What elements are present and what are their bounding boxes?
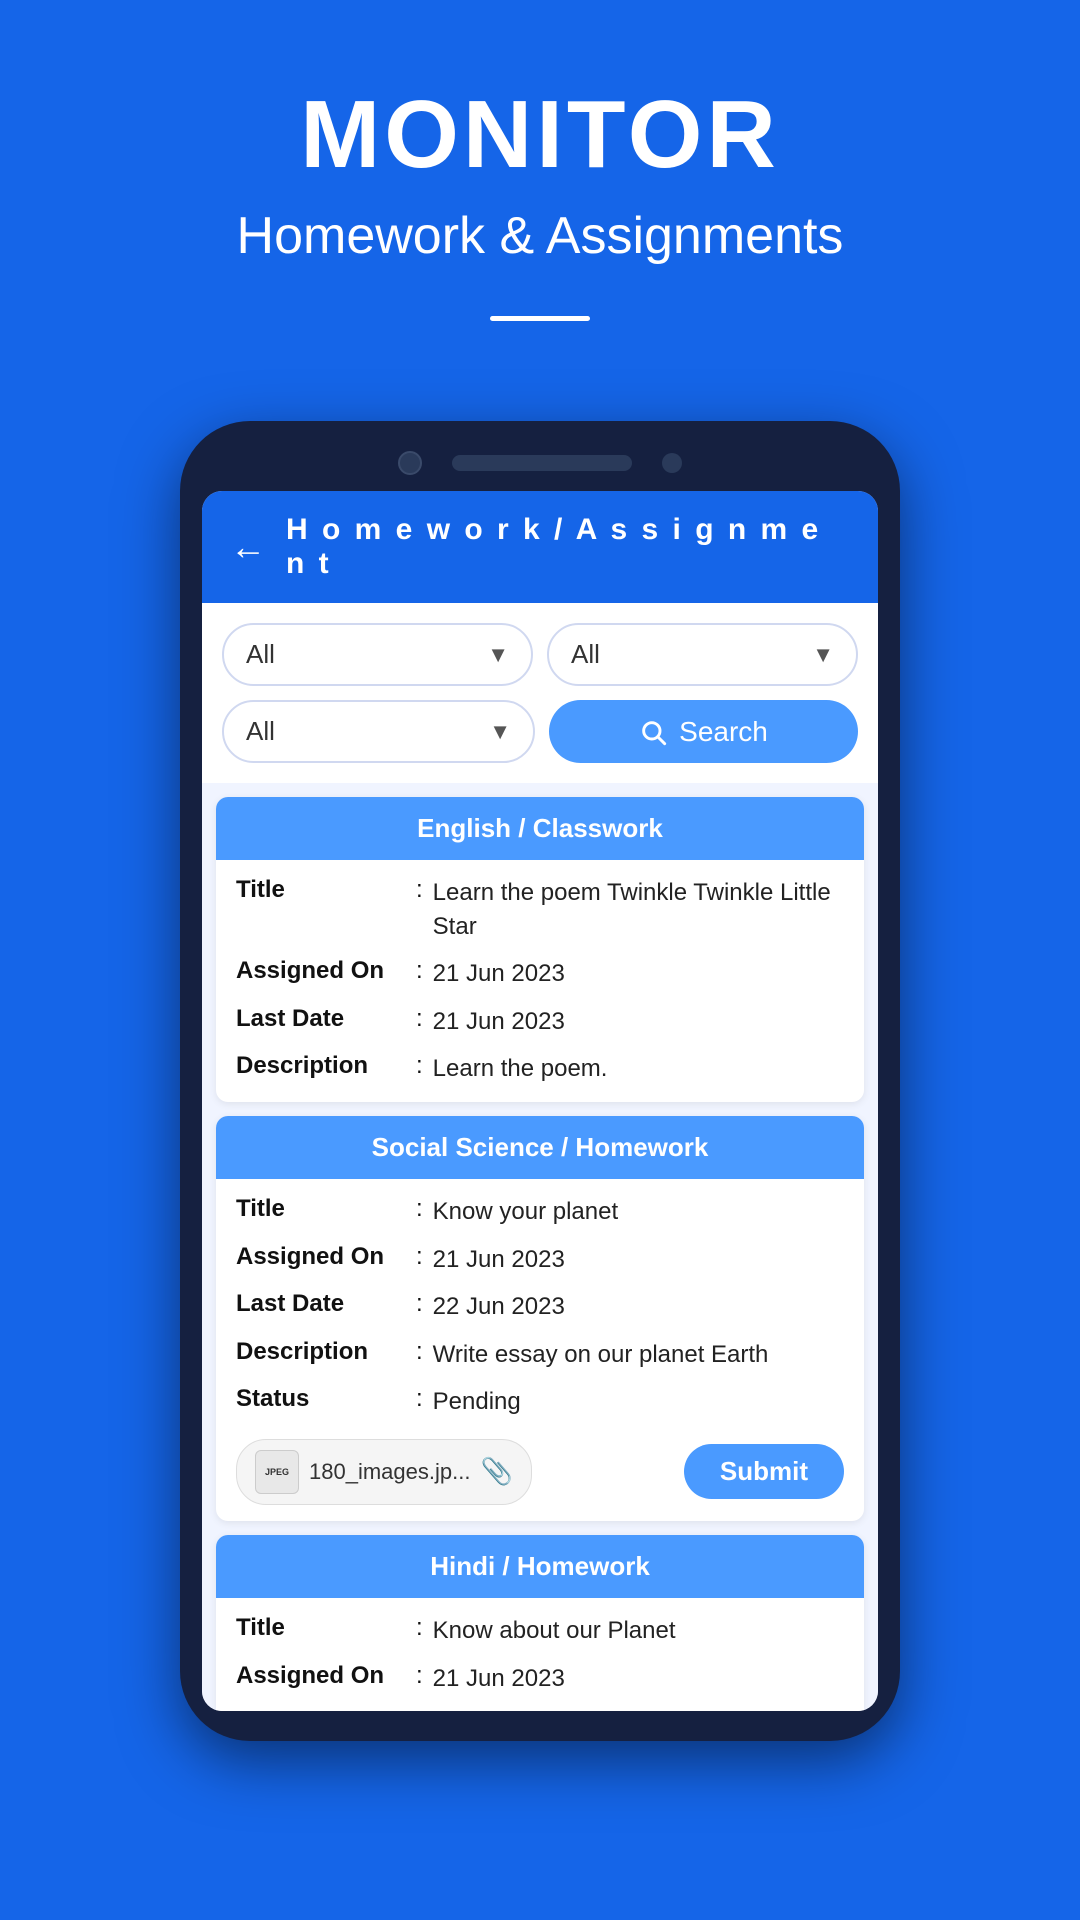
status-label: Status (236, 1385, 416, 1419)
card-1-body: Title : Learn the poem Twinkle Twinkle L… (216, 860, 864, 1102)
dropdown-1-value: All (246, 639, 275, 670)
file-name-text: 180_images.jp... (309, 1459, 470, 1485)
speaker-bar (452, 455, 632, 471)
last-date-label: Last Date (236, 1005, 416, 1039)
filter-section: All ▼ All ▼ All ▼ (202, 603, 878, 783)
assignment-card-3: Hindi / Homework Title : Know about our … (216, 1535, 864, 1711)
card-2-status-row: Status : Pending (236, 1385, 844, 1419)
card-1-title-value: Learn the poem Twinkle Twinkle Little St… (433, 876, 844, 943)
search-button[interactable]: Search (549, 700, 858, 763)
assignment-card-2: Social Science / Homework Title : Know y… (216, 1116, 864, 1521)
card-2-desc-row: Description : Write essay on our planet … (236, 1338, 844, 1372)
card-2-lastdate-row: Last Date : 22 Jun 2023 (236, 1290, 844, 1324)
description-label: Description (236, 1052, 416, 1086)
card-1-lastdate-value: 21 Jun 2023 (433, 1005, 844, 1039)
chevron-down-icon-3: ▼ (489, 719, 511, 745)
file-attachment[interactable]: JPEG 180_images.jp... 📎 (236, 1439, 532, 1505)
card-1-assigned-row: Assigned On : 21 Jun 2023 (236, 957, 844, 991)
dropdown-2-value: All (571, 639, 600, 670)
card-2-header: Social Science / Homework (216, 1116, 864, 1179)
title-label-2: Title (236, 1195, 416, 1229)
app-header-title: H o m e w o r k / A s s i g n m e n t (286, 513, 850, 581)
card-2-title-row: Title : Know your planet (236, 1195, 844, 1229)
colon-1: : (416, 876, 423, 943)
sensor-dot (662, 453, 682, 473)
card-2-status-value: Pending (433, 1385, 844, 1419)
paperclip-icon: 📎 (480, 1456, 512, 1487)
title-label-3: Title (236, 1614, 416, 1648)
card-3-header: Hindi / Homework (216, 1535, 864, 1598)
card-1-assigned-value: 21 Jun 2023 (433, 957, 844, 991)
card-2-assigned-row: Assigned On : 21 Jun 2023 (236, 1243, 844, 1277)
card-3-title-value: Know about our Planet (433, 1614, 844, 1648)
chevron-down-icon: ▼ (487, 642, 509, 668)
card-1-title-row: Title : Learn the poem Twinkle Twinkle L… (236, 876, 844, 943)
search-icon (639, 718, 667, 746)
camera-dot (398, 451, 422, 475)
card-2-subject: Social Science / Homework (372, 1132, 709, 1162)
colon-2: : (416, 957, 423, 991)
assignment-card-1: English / Classwork Title : Learn the po… (216, 797, 864, 1102)
card-1-desc-value: Learn the poem. (433, 1052, 844, 1086)
file-jpeg-icon: JPEG (255, 1450, 299, 1494)
colon-5: : (416, 1195, 423, 1229)
header-divider (490, 316, 590, 321)
dropdown-2[interactable]: All ▼ (547, 623, 858, 686)
colon-9: : (416, 1385, 423, 1419)
title-label: Title (236, 876, 416, 943)
card-2-lastdate-value: 22 Jun 2023 (433, 1290, 844, 1324)
card-2-title-value: Know your planet (433, 1195, 844, 1229)
card-2-desc-value: Write essay on our planet Earth (433, 1338, 844, 1372)
card-1-subject: English / Classwork (417, 813, 663, 843)
card-2-assigned-value: 21 Jun 2023 (433, 1243, 844, 1277)
colon-8: : (416, 1338, 423, 1372)
colon-4: : (416, 1052, 423, 1086)
filter-row-2: All ▼ Search (222, 700, 858, 763)
dropdown-3[interactable]: All ▼ (222, 700, 535, 763)
last-date-label-2: Last Date (236, 1290, 416, 1324)
phone-screen: ← H o m e w o r k / A s s i g n m e n t … (202, 491, 878, 1711)
card-3-title-row: Title : Know about our Planet (236, 1614, 844, 1648)
dropdown-1[interactable]: All ▼ (222, 623, 533, 686)
card-1-header: English / Classwork (216, 797, 864, 860)
back-button[interactable]: ← (230, 526, 266, 568)
search-label: Search (679, 716, 768, 748)
card-1-lastdate-row: Last Date : 21 Jun 2023 (236, 1005, 844, 1039)
file-row: JPEG 180_images.jp... 📎 Submit (236, 1433, 844, 1505)
card-1-desc-row: Description : Learn the poem. (236, 1052, 844, 1086)
colon-7: : (416, 1290, 423, 1324)
colon-10: : (416, 1614, 423, 1648)
colon-6: : (416, 1243, 423, 1277)
phone-topbar (202, 451, 878, 475)
app-header: ← H o m e w o r k / A s s i g n m e n t (202, 491, 878, 603)
header-section: MONITOR Homework & Assignments (0, 0, 1080, 361)
assigned-on-label-2: Assigned On (236, 1243, 416, 1277)
phone-wrapper: ← H o m e w o r k / A s s i g n m e n t … (0, 421, 1080, 1781)
header-subtitle: Homework & Assignments (237, 206, 844, 266)
filter-row-1: All ▼ All ▼ (222, 623, 858, 686)
card-3-body: Title : Know about our Planet Assigned O… (216, 1598, 864, 1711)
phone-mockup: ← H o m e w o r k / A s s i g n m e n t … (180, 421, 900, 1741)
colon-3: : (416, 1005, 423, 1039)
card-3-subject: Hindi / Homework (430, 1551, 650, 1581)
monitor-title: MONITOR (300, 80, 780, 190)
assigned-on-label: Assigned On (236, 957, 416, 991)
card-3-assigned-row: Assigned On : 21 Jun 2023 (236, 1662, 844, 1696)
submit-button[interactable]: Submit (684, 1444, 844, 1499)
card-2-body: Title : Know your planet Assigned On : 2… (216, 1179, 864, 1521)
assigned-on-label-3: Assigned On (236, 1662, 416, 1696)
dropdown-3-value: All (246, 716, 275, 747)
card-3-assigned-value: 21 Jun 2023 (433, 1662, 844, 1696)
colon-11: : (416, 1662, 423, 1696)
description-label-2: Description (236, 1338, 416, 1372)
assignments-list: English / Classwork Title : Learn the po… (202, 783, 878, 1711)
chevron-down-icon-2: ▼ (812, 642, 834, 668)
